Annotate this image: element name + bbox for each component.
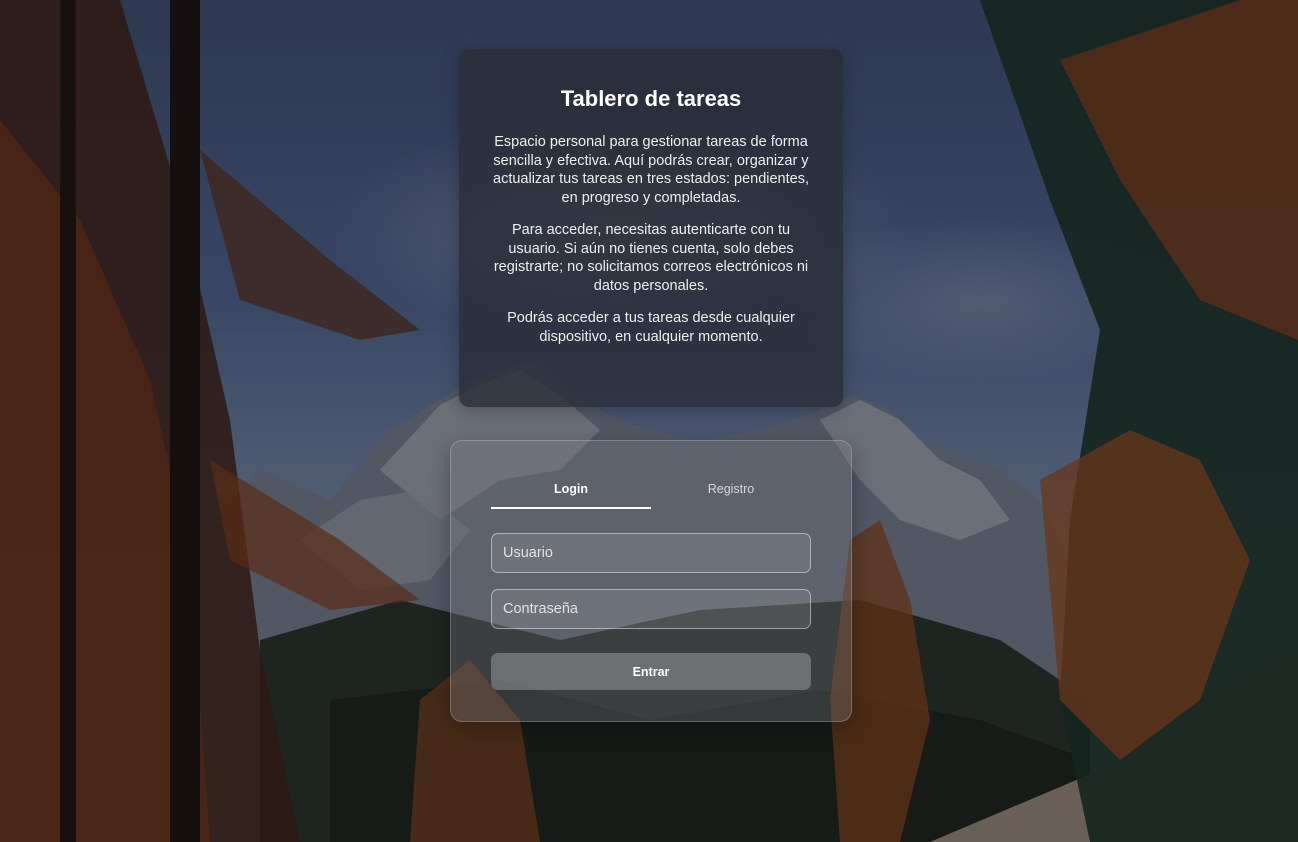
login-submit-button[interactable]: Entrar: [491, 653, 811, 690]
tab-register[interactable]: Registro: [651, 469, 811, 509]
auth-card: Login Registro Entrar: [450, 440, 852, 722]
intro-paragraph: Espacio personal para gestionar tareas d…: [493, 134, 809, 206]
info-panel: Tablero de tareas Espacio personal para …: [459, 49, 843, 407]
access-paragraph: Para acceder, necesitas autenticarte con…: [493, 222, 809, 294]
password-input[interactable]: [491, 589, 811, 629]
devices-paragraph: Podrás acceder a tus tareas desde cualqu…: [507, 310, 795, 345]
tab-login[interactable]: Login: [491, 469, 651, 509]
username-input[interactable]: [491, 533, 811, 573]
auth-tabs: Login Registro: [491, 469, 811, 509]
page-title: Tablero de tareas: [560, 86, 742, 111]
